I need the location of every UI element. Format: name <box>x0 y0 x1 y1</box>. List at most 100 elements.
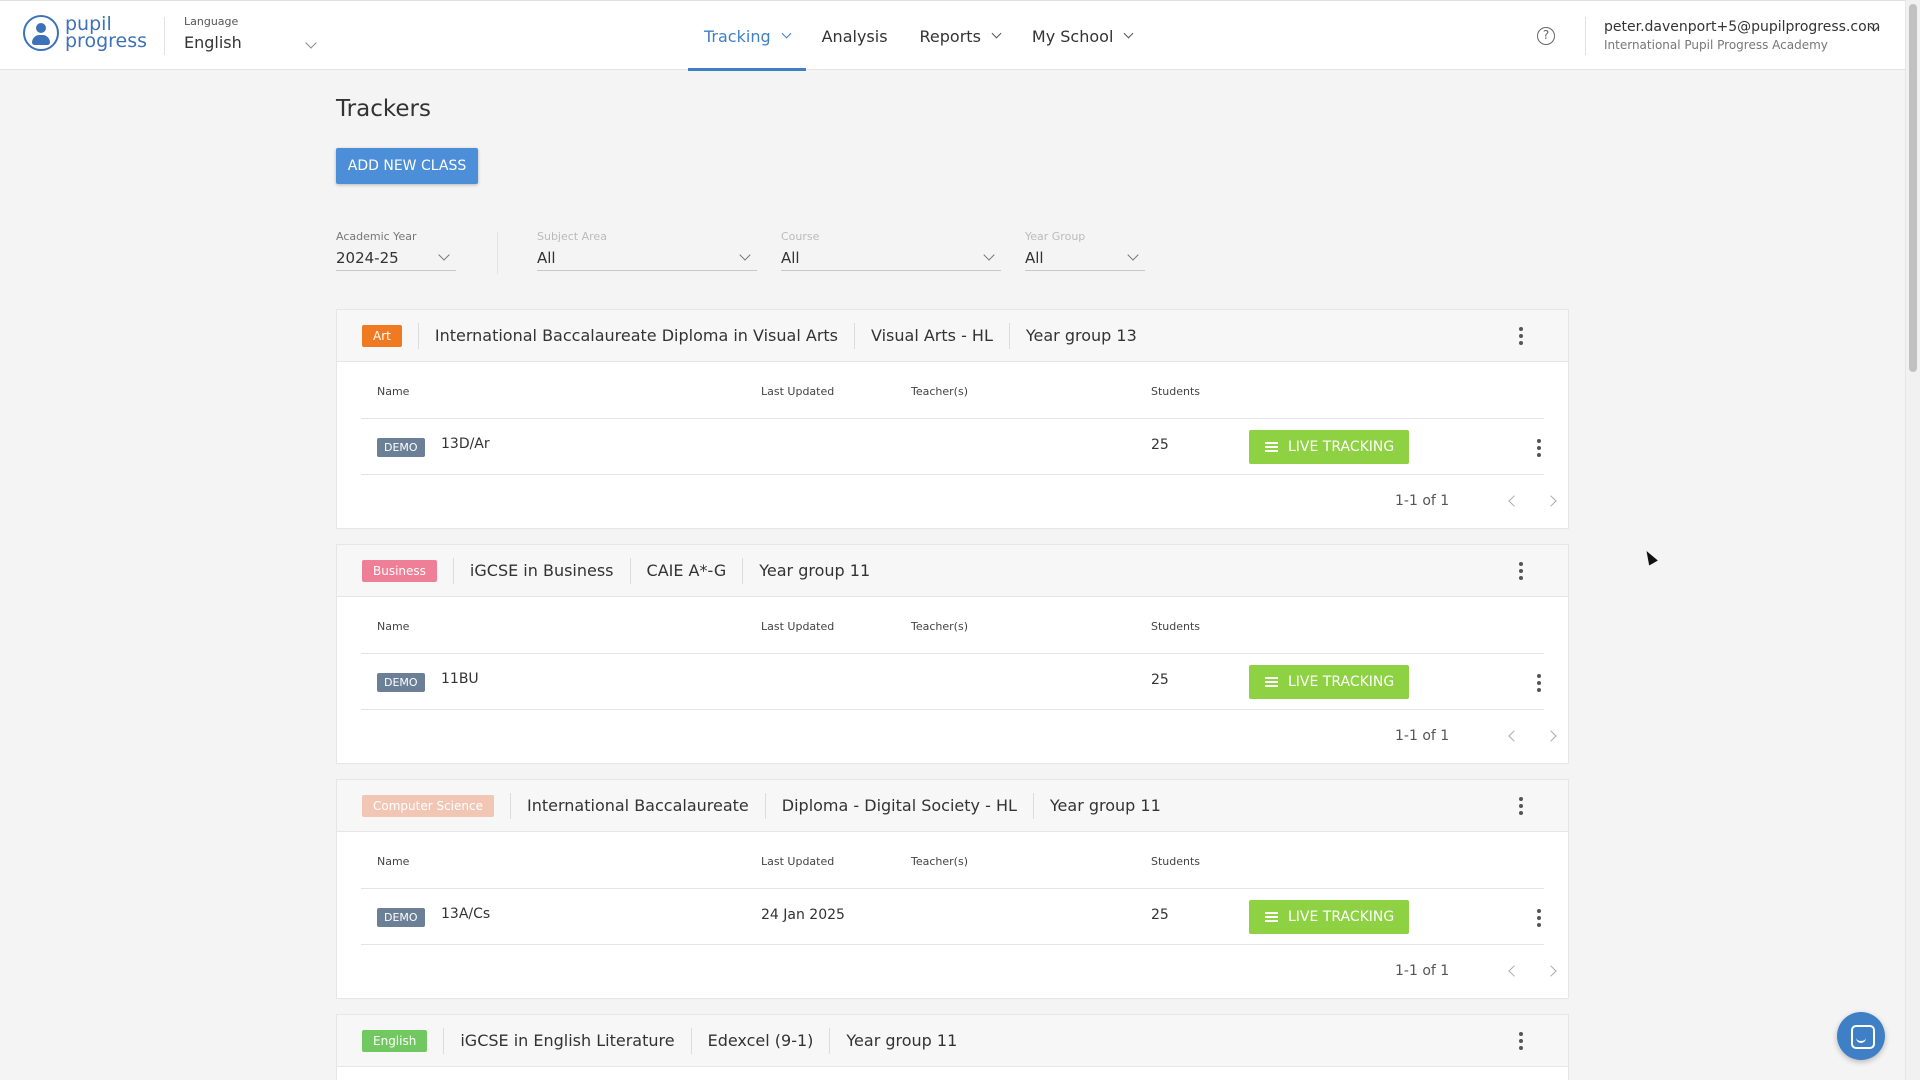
user-menu[interactable]: peter.davenport+5@pupilprogress.com Inte… <box>1604 19 1880 52</box>
table-pagination: 1-1 of 1 <box>361 945 1557 998</box>
filter-subject-area[interactable]: Subject Area All <box>537 230 757 271</box>
kebab-menu-icon[interactable] <box>1519 1032 1523 1050</box>
column-name[interactable]: Name <box>377 620 409 633</box>
table-header: Name Last Updated Teacher(s) Students <box>361 832 1544 889</box>
user-school: International Pupil Progress Academy <box>1604 38 1828 52</box>
header-divider <box>164 17 165 55</box>
mouse-cursor-icon <box>1642 548 1658 566</box>
kebab-menu-icon[interactable] <box>1537 674 1541 692</box>
chevron-down-icon <box>991 28 1002 39</box>
table-row: DEMO 13A/Cs 24 Jan 2025 25 LIVE TRACKING <box>361 889 1544 945</box>
help-icon[interactable]: ? <box>1537 27 1555 45</box>
filter-value-text: All <box>537 249 556 267</box>
scrollbar-thumb[interactable] <box>1909 4 1917 372</box>
course-name: Edexcel (9-1) <box>690 1027 830 1054</box>
filter-divider <box>497 232 498 274</box>
list-icon <box>1265 441 1278 453</box>
subject-tag: Art <box>362 324 402 347</box>
language-value: English <box>184 33 242 52</box>
scrollbar[interactable] <box>1905 0 1920 1080</box>
kebab-menu-icon[interactable] <box>1537 439 1541 457</box>
pagination-text: 1-1 of 1 <box>1395 493 1450 509</box>
chevron-down-icon <box>983 249 995 261</box>
chevron-down-icon <box>739 249 751 261</box>
course-name: Diploma - Digital Society - HL <box>764 792 1033 819</box>
demo-badge: DEMO <box>377 908 425 927</box>
column-students[interactable]: Students <box>1151 620 1200 633</box>
chevron-right-icon[interactable] <box>1545 495 1557 507</box>
column-name[interactable]: Name <box>377 385 409 398</box>
chevron-down-icon <box>1127 249 1139 261</box>
column-students[interactable]: Students <box>1151 855 1200 868</box>
language-selector[interactable]: Language English <box>184 15 320 52</box>
filter-value-text: All <box>781 249 800 267</box>
pagination-text: 1-1 of 1 <box>1395 728 1450 744</box>
nav-reports[interactable]: Reports <box>904 1 1016 71</box>
column-teachers[interactable]: Teacher(s) <box>911 385 968 398</box>
filter-value[interactable]: All <box>1025 249 1145 271</box>
filter-academic-year[interactable]: Academic Year 2024-25 <box>336 230 456 271</box>
qualification-name: iGCSE in English Literature <box>443 1027 690 1054</box>
filter-label: Subject Area <box>537 230 607 243</box>
live-tracking-button[interactable]: LIVE TRACKING <box>1249 430 1409 464</box>
chevron-left-icon[interactable] <box>1508 965 1520 977</box>
chat-icon[interactable] <box>1837 1012 1885 1060</box>
filter-year-group[interactable]: Year Group All <box>1025 230 1145 271</box>
class-name[interactable]: 13A/Cs <box>441 906 490 922</box>
filter-label: Academic Year <box>336 230 417 243</box>
column-last-updated[interactable]: Last Updated <box>761 620 834 633</box>
table-row: DEMO 11BU 25 LIVE TRACKING <box>361 654 1544 710</box>
filter-course[interactable]: Course All <box>781 230 1001 271</box>
logo[interactable]: pupil progress <box>23 15 147 51</box>
chevron-left-icon[interactable] <box>1508 495 1520 507</box>
class-name[interactable]: 13D/Ar <box>441 436 490 452</box>
live-tracking-button[interactable]: LIVE TRACKING <box>1249 665 1409 699</box>
subject-tag: Business <box>362 559 437 582</box>
kebab-menu-icon[interactable] <box>1537 909 1541 927</box>
student-count: 25 <box>1151 907 1169 923</box>
kebab-menu-icon[interactable] <box>1519 327 1523 345</box>
qualification-name: International Baccalaureate <box>510 792 765 819</box>
live-tracking-button[interactable]: LIVE TRACKING <box>1249 900 1409 934</box>
class-table: Name Last Updated Teacher(s) Students DE… <box>361 362 1557 528</box>
kebab-menu-icon[interactable] <box>1519 562 1523 580</box>
column-teachers[interactable]: Teacher(s) <box>911 620 968 633</box>
nav-reports-label: Reports <box>919 26 981 46</box>
nav-my-school[interactable]: My School <box>1016 1 1148 71</box>
chevron-right-icon[interactable] <box>1545 965 1557 977</box>
qualification-name: iGCSE in Business <box>452 557 630 584</box>
column-name[interactable]: Name <box>377 855 409 868</box>
filter-value[interactable]: 2024-25 <box>336 249 456 271</box>
filter-value[interactable]: All <box>537 249 757 271</box>
year-group: Year group 13 <box>1008 322 1153 349</box>
card-header: Art International Baccalaureate Diploma … <box>337 310 1568 362</box>
qualification-name: International Baccalaureate Diploma in V… <box>417 322 854 349</box>
nav-tracking[interactable]: Tracking <box>688 1 806 71</box>
logo-text: pupil progress <box>65 15 147 51</box>
kebab-menu-icon[interactable] <box>1519 797 1523 815</box>
year-group: Year group 11 <box>1032 792 1177 819</box>
year-group: Year group 11 <box>829 1027 973 1054</box>
header-divider <box>1585 17 1586 55</box>
card-header: Computer Science International Baccalaur… <box>337 780 1568 832</box>
column-teachers[interactable]: Teacher(s) <box>911 855 968 868</box>
chevron-right-icon[interactable] <box>1545 730 1557 742</box>
nav-analysis[interactable]: Analysis <box>806 1 904 71</box>
filter-value[interactable]: All <box>781 249 1001 271</box>
logo-icon <box>23 15 59 51</box>
add-new-class-button[interactable]: ADD NEW CLASS <box>336 148 478 184</box>
tracker-card: Art International Baccalaureate Diploma … <box>336 309 1569 529</box>
chevron-left-icon[interactable] <box>1508 730 1520 742</box>
chevron-down-icon <box>1123 28 1134 39</box>
course-name: CAIE A*-G <box>629 557 743 584</box>
tracker-card: Computer Science International Baccalaur… <box>336 779 1569 999</box>
filter-value-text: 2024-25 <box>336 249 399 267</box>
column-last-updated[interactable]: Last Updated <box>761 855 834 868</box>
class-name[interactable]: 11BU <box>441 671 479 687</box>
column-students[interactable]: Students <box>1151 385 1200 398</box>
table-row: DEMO 13D/Ar 25 LIVE TRACKING <box>361 419 1544 475</box>
column-last-updated[interactable]: Last Updated <box>761 385 834 398</box>
live-tracking-label: LIVE TRACKING <box>1288 909 1395 925</box>
main-nav: Tracking Analysis Reports My School <box>688 1 1148 71</box>
course-name: Visual Arts - HL <box>854 322 1009 349</box>
